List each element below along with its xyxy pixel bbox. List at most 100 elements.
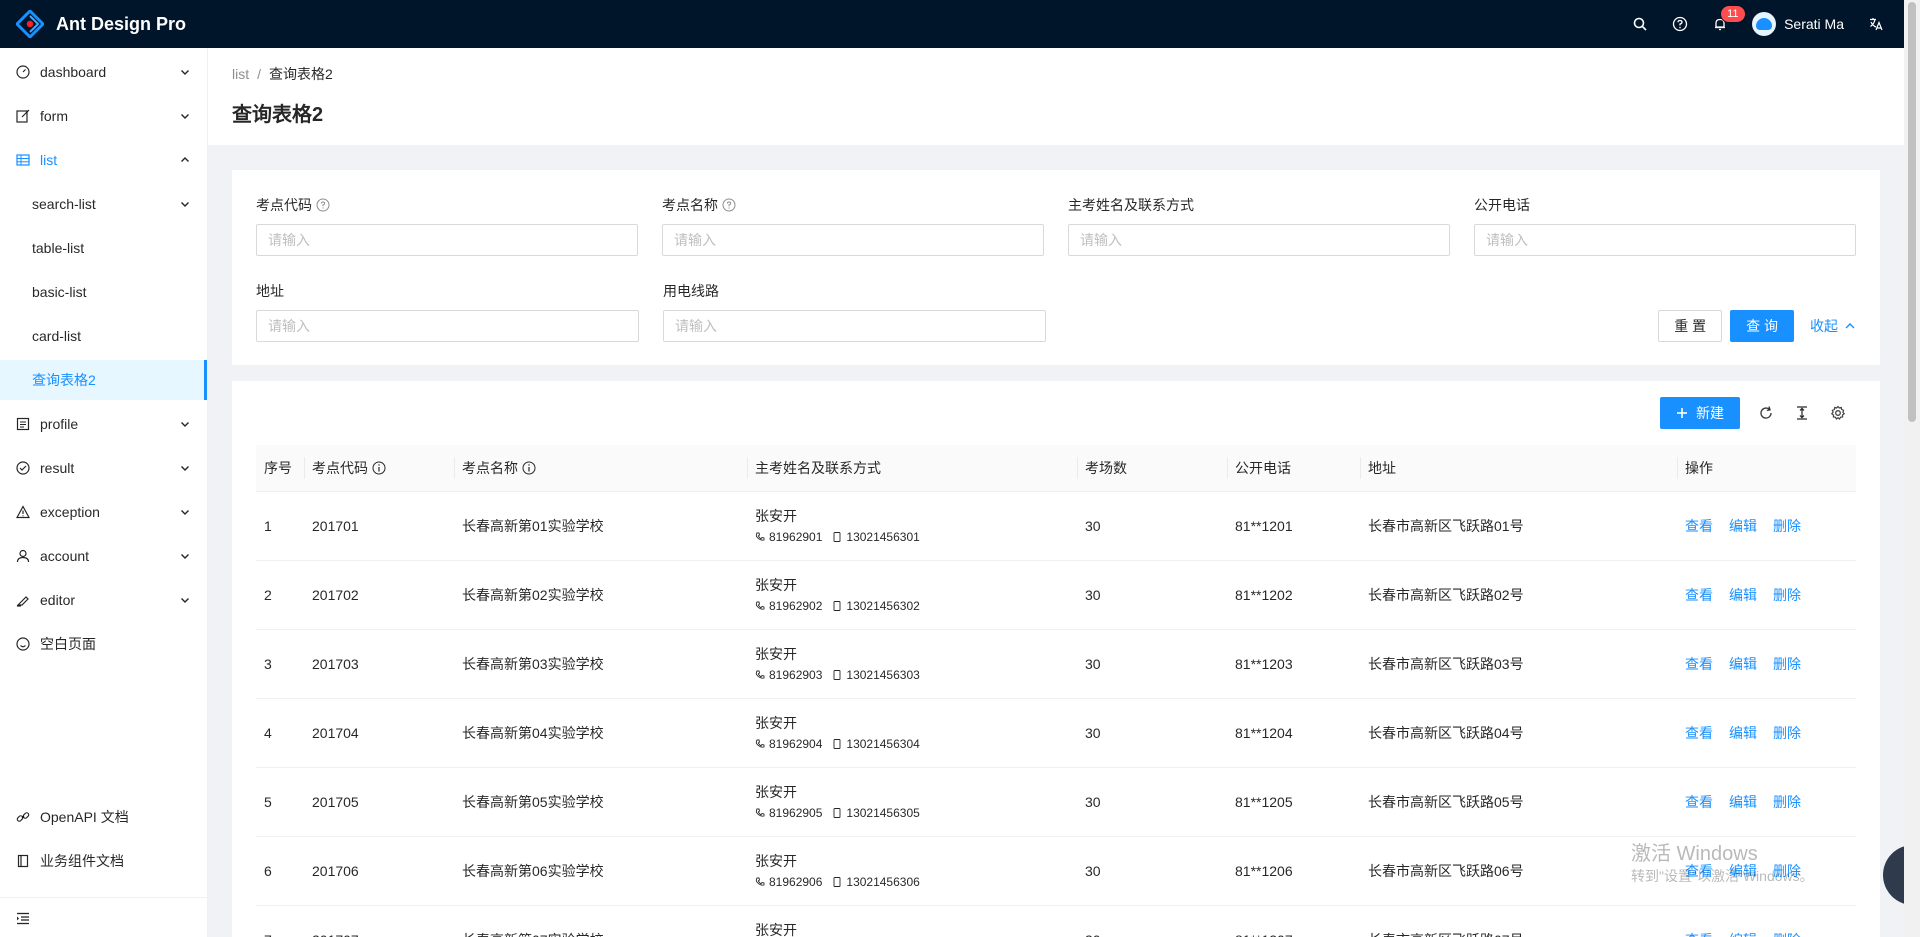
sidebar-item-editor[interactable]: editor <box>0 580 207 620</box>
profile-icon <box>16 417 30 431</box>
view-link[interactable]: 查看 <box>1685 656 1713 672</box>
table-row: 6 201706 长春高新第06实验学校 张安开 81962906 13021456306… <box>256 836 1856 906</box>
examiner-name: 张安开 <box>755 576 797 593</box>
form-label: 考点名称 <box>662 197 718 213</box>
setting-icon[interactable] <box>1820 397 1856 429</box>
column-height-icon[interactable] <box>1784 397 1820 429</box>
scrollbar-thumb[interactable] <box>1908 2 1916 422</box>
delete-link[interactable]: 删除 <box>1773 656 1801 672</box>
sidebar-item-label: table-list <box>32 240 85 256</box>
sidebar-item-form[interactable]: form <box>0 96 207 136</box>
notification-bell[interactable]: 11 <box>1700 0 1745 48</box>
cell-index: 6 <box>256 836 304 906</box>
view-link[interactable]: 查看 <box>1685 932 1713 937</box>
cell-room-count: 30 <box>1077 698 1227 768</box>
breadcrumb-item-list[interactable]: list <box>232 66 249 82</box>
power-line-input[interactable] <box>663 310 1046 342</box>
sidebar-item-account[interactable]: account <box>0 536 207 576</box>
examiner-phone: 81962906 <box>769 874 823 889</box>
cell-address: 长春市高新区飞跃路03号 <box>1360 629 1677 699</box>
edit-link[interactable]: 编辑 <box>1729 518 1757 534</box>
cell-site-code: 201703 <box>304 629 454 699</box>
cell-address: 长春市高新区飞跃路05号 <box>1360 767 1677 837</box>
sidebar-collapse-button[interactable] <box>0 897 207 937</box>
sidebar-item-list[interactable]: list <box>0 140 207 180</box>
view-link[interactable]: 查看 <box>1685 794 1713 810</box>
translate-icon[interactable] <box>1856 0 1896 48</box>
column-header: 主考姓名及联系方式 <box>747 445 1077 492</box>
cell-address: 长春市高新区飞跃路06号 <box>1360 836 1677 906</box>
collapse-toggle[interactable]: 收起 <box>1810 316 1856 336</box>
edit-link[interactable]: 编辑 <box>1729 587 1757 603</box>
site-code-input[interactable] <box>256 224 638 256</box>
examiner-phone: 81962904 <box>769 736 823 751</box>
table-row: 3 201703 长春高新第03实验学校 张安开 81962903 13021456303… <box>256 629 1856 699</box>
smile-icon <box>16 637 30 651</box>
sidebar-item-basic-list[interactable]: basic-list <box>0 272 207 312</box>
edit-link[interactable]: 编辑 <box>1729 656 1757 672</box>
column-header: 公开电话 <box>1227 445 1360 492</box>
cell-site-name: 长春高新第05实验学校 <box>454 767 747 837</box>
sidebar-item-table-list[interactable]: table-list <box>0 228 207 268</box>
form-label: 主考姓名及联系方式 <box>1068 197 1194 213</box>
sidebar-link-openapi[interactable]: OpenAPI 文档 <box>0 797 207 837</box>
page-scrollbar[interactable] <box>1904 0 1920 937</box>
sidebar-item-label: form <box>40 108 68 124</box>
cell-site-code: 201707 <box>304 905 454 937</box>
sidebar-item-profile[interactable]: profile <box>0 404 207 444</box>
column-header: 操作 <box>1677 445 1856 492</box>
address-input[interactable] <box>256 310 639 342</box>
sidebar-item-search-list[interactable]: search-list <box>0 184 207 224</box>
cell-index: 3 <box>256 629 304 699</box>
sidebar-item-label: 查询表格2 <box>32 372 96 388</box>
view-link[interactable]: 查看 <box>1685 587 1713 603</box>
cell-index: 5 <box>256 767 304 837</box>
cell-site-code: 201702 <box>304 560 454 630</box>
cell-address: 长春市高新区飞跃路04号 <box>1360 698 1677 768</box>
sidebar-item-label: basic-list <box>32 284 87 300</box>
examiner-phone: 81962902 <box>769 598 823 613</box>
delete-link[interactable]: 删除 <box>1773 932 1801 937</box>
view-link[interactable]: 查看 <box>1685 725 1713 741</box>
cell-actions: 查看编辑删除 <box>1677 560 1856 630</box>
search-icon[interactable] <box>1620 0 1660 48</box>
examiner-name: 张安开 <box>755 852 797 869</box>
app-logo[interactable]: Ant Design Pro <box>0 0 186 48</box>
sidebar-item-exception[interactable]: exception <box>0 492 207 532</box>
reset-button[interactable]: 重 置 <box>1658 310 1723 342</box>
user-menu[interactable]: Serati Ma <box>1740 0 1856 48</box>
sidebar-item-blank-page[interactable]: 空白页面 <box>0 624 207 664</box>
delete-link[interactable]: 删除 <box>1773 518 1801 534</box>
edit-link[interactable]: 编辑 <box>1729 794 1757 810</box>
delete-link[interactable]: 删除 <box>1773 794 1801 810</box>
form-label: 考点代码 <box>256 197 312 213</box>
cell-room-count: 30 <box>1077 905 1227 937</box>
sidebar-item-card-list[interactable]: card-list <box>0 316 207 356</box>
edit-link[interactable]: 编辑 <box>1729 725 1757 741</box>
public-phone-input[interactable] <box>1474 224 1856 256</box>
question-circle-icon[interactable] <box>1660 0 1700 48</box>
sidebar-item-label: account <box>40 548 90 564</box>
view-link[interactable]: 查看 <box>1685 518 1713 534</box>
reload-icon[interactable] <box>1748 397 1784 429</box>
table-row: 1 201701 长春高新第01实验学校 张安开 81962901 13021456301… <box>256 491 1856 561</box>
sidebar-item-query-table-2[interactable]: 查询表格2 <box>0 360 207 400</box>
sidebar-link-component-docs[interactable]: 业务组件文档 <box>0 841 207 881</box>
page-header: list / 查询表格2 查询表格2 <box>208 48 1904 145</box>
search-button[interactable]: 查 询 <box>1730 310 1794 342</box>
user-icon <box>16 549 30 563</box>
cell-index: 1 <box>256 491 304 561</box>
examiner-input[interactable] <box>1068 224 1450 256</box>
sidebar-item-result[interactable]: result <box>0 448 207 488</box>
sidebar-item-dashboard[interactable]: dashboard <box>0 52 207 92</box>
breadcrumb-separator: / <box>257 66 262 82</box>
delete-link[interactable]: 删除 <box>1773 725 1801 741</box>
sidebar-item-label: 业务组件文档 <box>40 853 124 869</box>
table-body: 1 201701 长春高新第01实验学校 张安开 81962901 13021456301… <box>256 491 1856 937</box>
new-button[interactable]: 新建 <box>1660 397 1740 429</box>
delete-link[interactable]: 删除 <box>1773 587 1801 603</box>
site-name-input[interactable] <box>662 224 1044 256</box>
sidebar-item-label: 空白页面 <box>40 636 96 652</box>
edit-link[interactable]: 编辑 <box>1729 932 1757 937</box>
sidebar-item-label: exception <box>40 504 100 520</box>
